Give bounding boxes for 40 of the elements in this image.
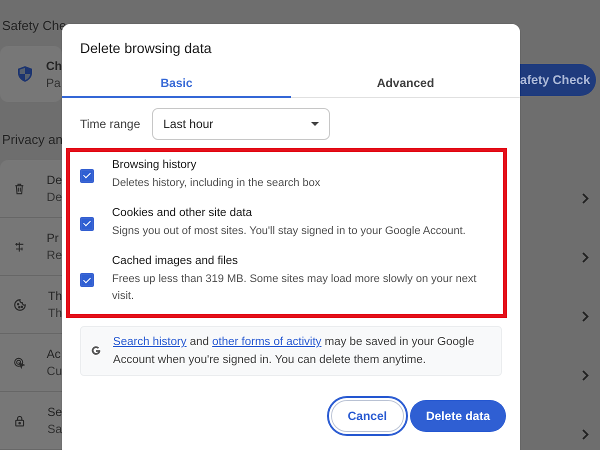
- option-description: Signs you out of most sites. You'll stay signed in to your Google Account.: [112, 224, 466, 239]
- option-title: Cached images and files: [112, 255, 239, 267]
- row-title: De: [46, 173, 62, 187]
- row-title: Ac: [46, 347, 62, 361]
- row-title: Th: [48, 289, 62, 303]
- section-title: Privacy an: [2, 132, 62, 147]
- row-subtitle: Cu: [46, 364, 62, 378]
- link[interactable]: other forms of activity: [212, 336, 322, 348]
- row-subtitle: Re: [46, 248, 62, 262]
- chevron-right-icon[interactable]: [582, 429, 589, 440]
- option-description: Frees up less than 319 MB. Some sites may load more slowly on your next visit.: [112, 272, 478, 304]
- info-text: Search history and other forms of activity may be saved in your Google Account when you're signed in. You can delete them anytime.: [113, 335, 476, 368]
- shield-icon: [18, 65, 32, 83]
- row-subtitle: Sa: [47, 422, 62, 436]
- checkbox[interactable]: [80, 216, 94, 230]
- time-range-dropdown[interactable]: Last hour: [152, 108, 330, 140]
- chevron-right-icon[interactable]: [582, 252, 589, 263]
- cookie-icon: [14, 296, 26, 312]
- safety-check-button[interactable]: afety Check: [520, 64, 596, 96]
- row-subtitle: De: [46, 190, 62, 204]
- time-range-label: Time range: [80, 117, 140, 131]
- option-description: Deletes history, including in the search box: [112, 176, 320, 191]
- option-title: Browsing history: [112, 159, 198, 171]
- card-title: Ch: [46, 58, 62, 72]
- delete-button[interactable]: Delete data: [410, 400, 506, 432]
- row-title: Se: [47, 405, 62, 419]
- chevron-right-icon[interactable]: [582, 370, 589, 381]
- chevron-right-icon[interactable]: [582, 311, 589, 322]
- checkbox[interactable]: [80, 273, 94, 287]
- dialog-title: Delete browsing data: [80, 40, 213, 56]
- card-subtitle: Pa: [46, 76, 62, 90]
- row-subtitle: Th: [48, 306, 62, 320]
- caret-icon: [311, 122, 320, 126]
- row-title: Pr: [46, 231, 60, 245]
- tab[interactable]: Advanced: [291, 70, 520, 98]
- option-title: Cookies and other site data: [112, 207, 254, 219]
- link[interactable]: Search history: [113, 336, 187, 348]
- tab[interactable]: Basic: [62, 70, 291, 98]
- checkbox[interactable]: [80, 168, 94, 182]
- chevron-right-icon[interactable]: [582, 193, 589, 204]
